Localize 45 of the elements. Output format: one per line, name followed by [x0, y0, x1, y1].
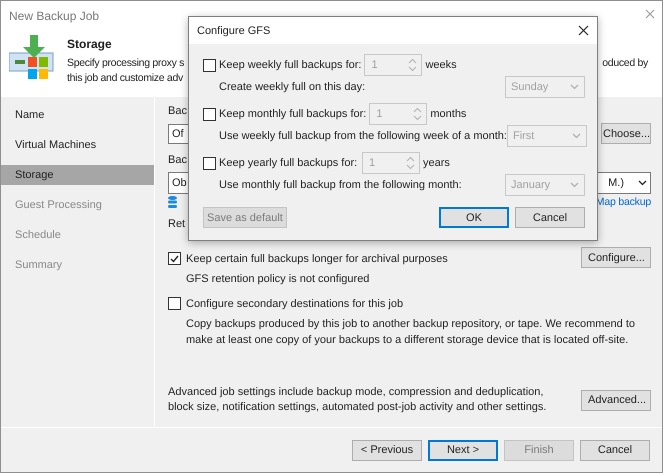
section-label: Ret: [168, 218, 186, 232]
option-note: GFS retention policy is not configured: [186, 272, 370, 287]
checkbox[interactable]: [203, 156, 216, 170]
checkbox[interactable]: [203, 108, 216, 120]
configure-button[interactable]: Configure...: [581, 247, 651, 268]
chevron-icon: [638, 180, 647, 186]
schedule-label: Use monthly full backup from the following month:: [219, 179, 462, 191]
database-icon: [168, 196, 177, 208]
dialog-button[interactable]: Cancel: [515, 207, 585, 228]
option-note: Copy backups produced by this job to another backup repository, or tape. We recommend to make at least one copy of your backups to a different storage device that is located off-site.: [186, 317, 636, 348]
window-title: New Backup Job: [9, 9, 100, 23]
choose-button[interactable]: Choose...: [601, 123, 651, 144]
nav-item[interactable]: Storage: [1, 165, 154, 185]
step-description: this job and customize adv: [67, 71, 183, 86]
checkbox[interactable]: [168, 297, 181, 310]
unit-label: months: [430, 108, 466, 120]
wizard-button[interactable]: Next >: [428, 440, 498, 460]
advanced-button[interactable]: Advanced...: [581, 390, 651, 410]
close-icon[interactable]: [578, 25, 589, 36]
field-label: Bac: [168, 105, 187, 119]
chevron-icon: [572, 133, 581, 139]
chevron-icon: [570, 84, 579, 90]
unit-label: years: [423, 157, 450, 169]
step-description: Specify processing proxy s: [67, 56, 184, 71]
retention-label: Keep weekly full backups for:: [218, 59, 362, 71]
checkbox[interactable]: [168, 252, 181, 265]
advanced-description: Advanced job settings include backup mode, compression and deduplication, block size, notification settings, automated post-job activity and other settings.: [168, 385, 548, 415]
unit-label: weeks: [425, 59, 457, 71]
step-description: oduced by: [602, 56, 648, 71]
schedule-label: Create weekly full on this day:: [219, 81, 366, 93]
field-label: Bac: [168, 154, 187, 168]
wizard-button[interactable]: Cancel: [580, 440, 650, 460]
retention-label: Keep monthly full backups for:: [218, 108, 368, 120]
chevron-icon: [570, 182, 579, 188]
option-label: Configure secondary destinations for this job: [186, 297, 404, 312]
nav-item[interactable]: Name: [1, 105, 154, 125]
dialog-title: Configure GFS: [197, 24, 270, 36]
schedule-label: Use weekly full backup from the following week of a month:: [219, 130, 507, 142]
wizard-button[interactable]: < Previous: [352, 440, 422, 460]
option-label: Keep certain full backups longer for archival purposes: [186, 252, 449, 267]
nav-item[interactable]: Virtual Machines: [1, 135, 154, 155]
checkbox[interactable]: [203, 58, 216, 72]
dialog-button[interactable]: OK: [439, 207, 509, 228]
step-title: Storage: [67, 37, 113, 51]
retention-label: Keep yearly full backups for:: [218, 157, 358, 169]
